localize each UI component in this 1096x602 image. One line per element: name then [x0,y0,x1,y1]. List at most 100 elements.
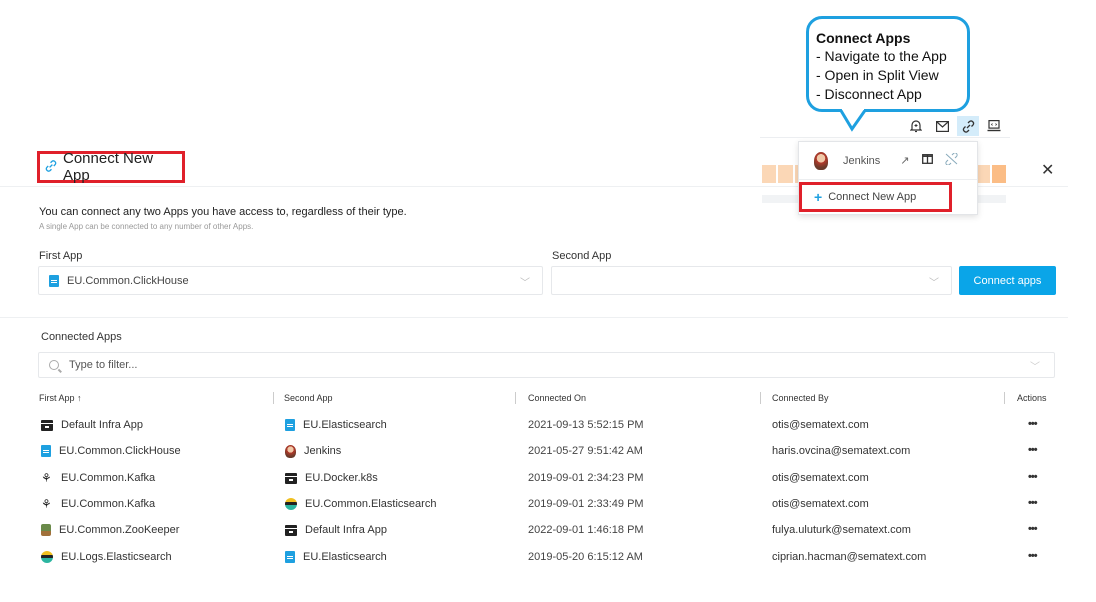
filter-input[interactable] [69,359,969,371]
connected-apps-title: Connected Apps [41,331,122,343]
column-divider[interactable] [273,392,274,404]
second-app-cell[interactable]: Jenkins [285,444,341,458]
modal-title: Connect New App [63,150,154,184]
connected-by-value: haris.ovcina@sematext.com [772,445,911,457]
second-app-cell[interactable]: EU.Elasticsearch [285,550,387,564]
document-icon [285,419,295,431]
column-divider[interactable] [760,392,761,404]
connected-on-cell: 2021-05-27 9:51:42 AM [528,444,643,458]
topbar-divider [760,137,1010,138]
more-actions-icon[interactable]: ••• [1028,550,1038,562]
chevron-down-icon: ﹀ [520,278,530,289]
connected-by-cell: ciprian.hacman@sematext.com [772,550,926,564]
first-app-cell[interactable]: EU.Common.ClickHouse [41,444,181,458]
more-actions-icon[interactable]: ••• [1028,471,1038,483]
kafka-icon: ⚘ [41,497,52,511]
chevron-down-icon[interactable]: ﹀ [1030,358,1040,373]
first-app-cell[interactable]: Default Infra App [41,418,143,432]
bell-icon[interactable] [905,116,927,136]
first-app-cell[interactable]: EU.Common.ZooKeeper [41,523,179,537]
more-actions-icon[interactable]: ••• [1028,497,1038,509]
jenkins-icon [814,151,828,170]
link-icon[interactable] [957,116,979,136]
navigate-icon[interactable]: ↗ [900,154,909,167]
connected-on-value: 2021-05-27 9:51:42 AM [528,445,643,457]
first-app-cell[interactable]: ⚘ EU.Common.Kafka [41,471,155,485]
archive-box-icon [285,472,297,484]
document-icon [285,551,295,563]
second-app-select[interactable]: ﹀ [551,266,952,295]
table-row[interactable]: ⚘ EU.Common.Kafka EU.Docker.k8s 2019-09-01 … [0,471,1096,497]
first-app-value: EU.Common.ClickHouse [67,274,189,287]
kafka-icon: ⚘ [41,471,52,485]
table-row[interactable]: EU.Common.ZooKeeper Default Infra App 2022… [0,523,1096,549]
callout-line: - Navigate to the App [816,48,947,64]
connected-app-item[interactable]: Jenkins ↗ [799,142,977,180]
first-app-name: EU.Common.Kafka [61,498,156,510]
link-icon [45,159,57,175]
table-row[interactable]: EU.Logs.Elasticsearch EU.Elasticsearch 201… [0,550,1096,576]
more-actions-icon[interactable]: ••• [1028,418,1038,430]
column-divider[interactable] [515,392,516,404]
connected-on-cell: 2022-09-01 1:46:18 PM [528,523,644,537]
connected-on-value: 2021-09-13 5:52:15 PM [528,419,644,431]
connected-by-cell: haris.ovcina@sematext.com [772,444,910,458]
second-app-cell[interactable]: EU.Docker.k8s [285,471,378,485]
mail-icon[interactable] [931,116,953,136]
column-header-actions: Actions [1017,393,1047,403]
zookeeper-icon [41,524,51,536]
connect-new-app-menu-item[interactable]: + Connect New App [799,182,952,212]
document-icon [41,445,51,457]
connected-by-value: fulya.uluturk@sematext.com [772,524,911,536]
section-divider [0,317,1068,318]
second-app-cell[interactable]: Default Infra App [285,523,387,537]
chevron-down-icon: ﹀ [929,278,939,289]
document-icon [49,274,59,287]
elasticsearch-icon [41,551,53,563]
first-app-cell[interactable]: EU.Logs.Elasticsearch [41,550,172,564]
first-app-name: EU.Common.Kafka [61,472,156,484]
table-row[interactable]: Default Infra App EU.Elasticsearch 2021-09… [0,418,1096,444]
column-header-second-app[interactable]: Second App [284,393,333,403]
more-actions-icon[interactable]: ••• [1028,523,1038,535]
second-app-name: Jenkins [304,445,342,457]
callout-title: Connect Apps [816,30,911,46]
jenkins-icon [285,444,296,458]
table-row[interactable]: ⚘ EU.Common.Kafka EU.Common.Elasticsearch 2… [0,497,1096,523]
more-actions-icon[interactable]: ••• [1028,444,1038,456]
intro-text: You can connect any two Apps you have ac… [39,206,407,218]
intro-subtext: A single App can be connected to any num… [39,222,254,231]
connected-apps-dropdown: Jenkins ↗ + Connect New App [798,141,978,215]
top-toolbar [905,116,1005,136]
first-app-cell[interactable]: ⚘ EU.Common.Kafka [41,497,155,511]
second-app-name: EU.Elasticsearch [303,419,387,431]
disconnect-icon[interactable] [944,152,958,168]
connected-by-cell: otis@sematext.com [772,497,869,511]
column-divider[interactable] [1004,392,1005,404]
connected-app-name[interactable]: Jenkins [843,155,880,167]
second-app-name: EU.Elasticsearch [303,551,387,563]
first-app-select[interactable]: EU.Common.ClickHouse ﹀ [38,266,543,295]
column-header-connected-on[interactable]: Connected On [528,393,586,403]
column-header-connected-by[interactable]: Connected By [772,393,829,403]
modal-title-highlight: Connect New App [37,150,185,184]
second-app-cell[interactable]: EU.Common.Elasticsearch [285,497,436,511]
connected-on-value: 2019-09-01 2:33:49 PM [528,498,644,510]
column-header-first-app[interactable]: First App ↑ [39,393,82,403]
callout-tail [840,109,868,132]
table-row[interactable]: EU.Common.ClickHouse Jenkins 2021-05-27 9:… [0,444,1096,470]
filter-box[interactable]: ﹀ [38,352,1055,378]
laptop-icon[interactable] [983,116,1005,136]
plus-icon: + [814,189,823,205]
archive-box-icon [41,419,53,431]
split-view-icon[interactable] [921,154,933,167]
connected-on-cell: 2021-09-13 5:52:15 PM [528,418,644,432]
callout-line: - Open in Split View [816,67,939,83]
connected-by-value: otis@sematext.com [772,472,869,484]
second-app-label: Second App [552,250,612,262]
close-button[interactable]: ✕ [1041,160,1054,180]
second-app-cell[interactable]: EU.Elasticsearch [285,418,387,432]
connected-by-cell: fulya.uluturk@sematext.com [772,523,911,537]
connect-apps-button[interactable]: Connect apps [959,266,1056,295]
connected-by-value: otis@sematext.com [772,419,869,431]
